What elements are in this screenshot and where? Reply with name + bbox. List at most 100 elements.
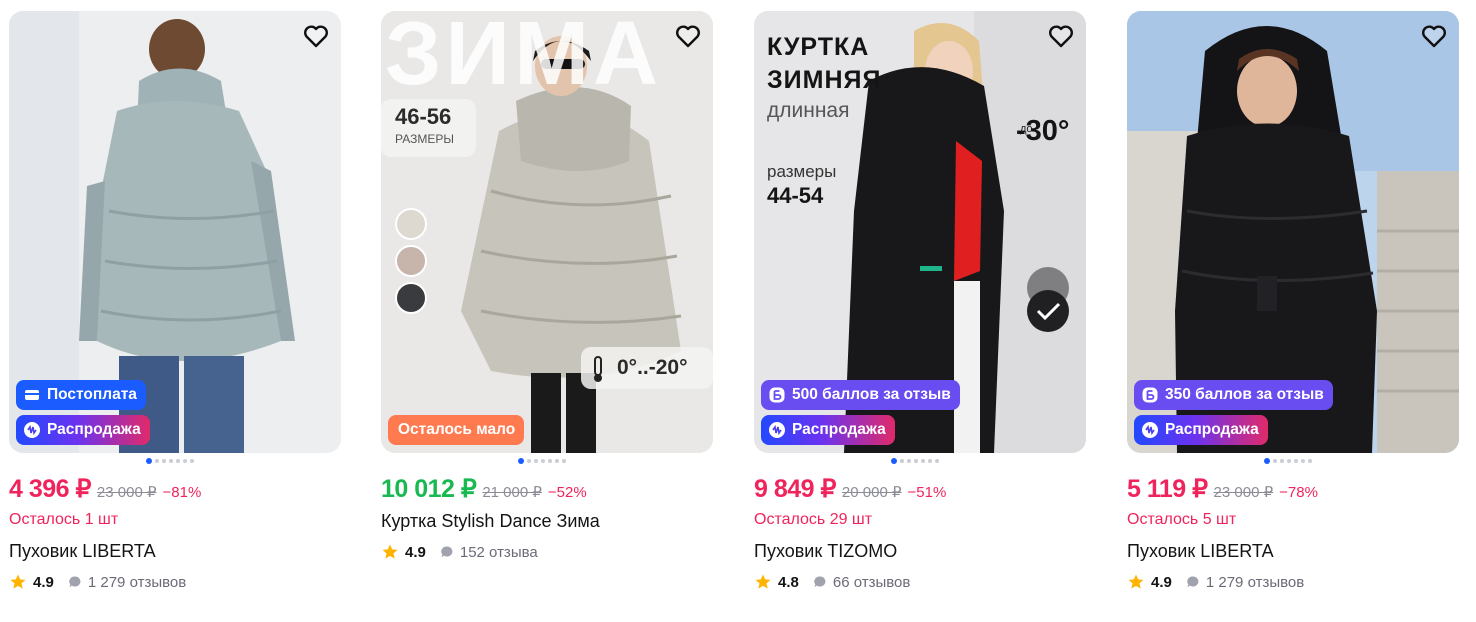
badge-row: Распродажа <box>761 415 895 445</box>
old-price: 21 000 ₽ <box>482 484 542 501</box>
photo-line1: КУРТКА <box>767 33 870 61</box>
reviews-count[interactable]: 1 279 отзывов <box>1206 574 1304 591</box>
price: 5 119 ₽ <box>1127 475 1208 503</box>
rating-row: 4.9 152 отзыва <box>381 543 538 561</box>
discount: −81% <box>162 484 202 501</box>
sale-tag-icon <box>769 422 785 438</box>
heart-outline-icon[interactable] <box>673 21 703 51</box>
pager-dot[interactable] <box>183 459 187 463</box>
pager-dot[interactable] <box>900 459 904 463</box>
reviews-count[interactable]: 66 отзывов <box>833 574 911 591</box>
photo-sizes-label: размеры <box>767 162 837 181</box>
photo-pager[interactable] <box>1264 457 1312 465</box>
pager-dot[interactable] <box>190 459 194 463</box>
product-card[interactable]: ЗИМА 46-56 РАЗМЕРЫ 0°..-20° Осталось мал… <box>381 11 713 611</box>
pager-dot[interactable] <box>907 459 911 463</box>
pager-dot[interactable] <box>935 459 939 463</box>
pager-dot[interactable] <box>541 459 545 463</box>
pager-dot[interactable] <box>146 458 152 464</box>
stock-left: Осталось 1 шт <box>9 511 119 528</box>
pager-dot[interactable] <box>162 459 166 463</box>
stock-left: Осталось 29 шт <box>754 511 873 528</box>
badge-row: Распродажа <box>1134 415 1268 445</box>
pager-dot[interactable] <box>1301 459 1305 463</box>
pager-dot[interactable] <box>169 459 173 463</box>
product-photo[interactable]: 350 баллов за отзыв Распродажа <box>1127 11 1459 453</box>
product-title[interactable]: Пуховик LIBERTA <box>9 541 156 562</box>
product-title[interactable]: Пуховик TIZOMO <box>754 541 897 562</box>
pager-dot[interactable] <box>527 459 531 463</box>
rating-row: 4.9 1 279 отзывов <box>9 573 186 591</box>
photo-sizes: 46-56 <box>395 104 452 129</box>
pager-dot[interactable] <box>1273 459 1277 463</box>
star-icon <box>10 574 26 589</box>
product-card[interactable]: Постоплата Распродажа 4 396 ₽ 23 000 ₽ −… <box>9 11 341 611</box>
badge-row: 500 баллов за отзыв <box>761 380 960 410</box>
pager-dot[interactable] <box>518 458 524 464</box>
pager-dot[interactable] <box>1294 459 1298 463</box>
pager-dot[interactable] <box>928 459 932 463</box>
photo-pager[interactable] <box>891 457 939 465</box>
rating-value: 4.8 <box>778 573 799 591</box>
photo-headline: ЗИМА <box>385 11 663 104</box>
pager-dot[interactable] <box>1264 458 1270 464</box>
rating-row: 4.8 66 отзывов <box>754 573 910 591</box>
star-icon <box>382 544 398 559</box>
points-coin-icon <box>1142 387 1158 403</box>
pager-dot[interactable] <box>176 459 180 463</box>
pager-dot[interactable] <box>891 458 897 464</box>
sale-tag-icon <box>1142 422 1158 438</box>
price: 4 396 ₽ <box>9 475 91 503</box>
photo-pager[interactable] <box>518 457 566 465</box>
price-row: 5 119 ₽ 23 000 ₽ −78% <box>1127 474 1318 504</box>
rating-value: 4.9 <box>33 573 54 591</box>
reviews-count[interactable]: 152 отзыва <box>460 544 538 561</box>
points-coin-icon <box>769 387 785 403</box>
chat-bubble-icon <box>441 546 453 558</box>
photo-temperature: -30° <box>1016 115 1070 147</box>
photo-line3: длинная <box>767 99 850 122</box>
pager-dot[interactable] <box>562 459 566 463</box>
price: 9 849 ₽ <box>754 475 836 503</box>
heart-outline-icon[interactable] <box>1046 21 1076 51</box>
reviews-count[interactable]: 1 279 отзывов <box>88 574 186 591</box>
old-price: 23 000 ₽ <box>96 484 157 501</box>
pager-dot[interactable] <box>555 459 559 463</box>
product-photo[interactable]: Постоплата Распродажа <box>9 11 341 453</box>
price-row: 10 012 ₽ 21 000 ₽ −52% <box>381 474 587 504</box>
rating-value: 4.9 <box>1151 573 1172 591</box>
product-photo[interactable]: КУРТКА ЗИМНЯЯ длинная размеры 44-54 до -… <box>754 11 1086 453</box>
pager-dot[interactable] <box>914 459 918 463</box>
old-price: 20 000 ₽ <box>841 484 902 501</box>
photo-line2: ЗИМНЯЯ <box>767 66 882 94</box>
product-photo[interactable]: ЗИМА 46-56 РАЗМЕРЫ 0°..-20° Осталось мал… <box>381 11 713 453</box>
pager-dot[interactable] <box>1308 459 1312 463</box>
photo-sizes-label: РАЗМЕРЫ <box>395 132 454 146</box>
pager-dot[interactable] <box>1280 459 1284 463</box>
sale-tag-icon <box>24 422 40 438</box>
photo-sizes: 44-54 <box>767 183 824 208</box>
product-title[interactable]: Куртка Stylish Dance Зима <box>381 511 600 532</box>
pager-dot[interactable] <box>1287 459 1291 463</box>
pager-dot[interactable] <box>921 459 925 463</box>
product-card[interactable]: КУРТКА ЗИМНЯЯ длинная размеры 44-54 до -… <box>754 11 1086 611</box>
sale-badge: Распродажа <box>16 415 150 445</box>
discount: −78% <box>1279 484 1318 501</box>
pager-dot[interactable] <box>155 459 159 463</box>
chat-bubble-icon <box>1187 576 1199 588</box>
heart-outline-icon[interactable] <box>301 21 331 51</box>
price-row: 4 396 ₽ 23 000 ₽ −81% <box>9 474 201 504</box>
postpay-badge: Постоплата <box>16 380 146 410</box>
product-title[interactable]: Пуховик LIBERTA <box>1127 541 1274 562</box>
price-row: 9 849 ₽ 20 000 ₽ −51% <box>754 474 946 504</box>
photo-temperature: 0°..-20° <box>617 356 688 379</box>
rating-row: 4.9 1 279 отзывов <box>1127 573 1304 591</box>
heart-outline-icon[interactable] <box>1419 21 1449 51</box>
chat-bubble-icon <box>69 576 81 588</box>
pager-dot[interactable] <box>548 459 552 463</box>
rating-value: 4.9 <box>405 543 426 561</box>
product-card[interactable]: 350 баллов за отзыв Распродажа 5 119 ₽ 2… <box>1127 11 1459 611</box>
photo-pager[interactable] <box>146 457 194 465</box>
pager-dot[interactable] <box>534 459 538 463</box>
star-icon <box>1128 574 1144 589</box>
